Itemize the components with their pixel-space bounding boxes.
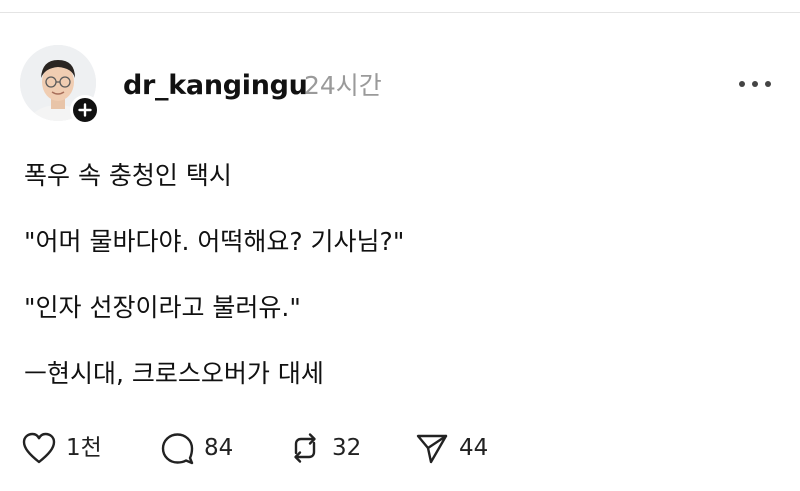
threads-post: dr_kangingu 24시간 폭우 속 충청인 택시 "어머 물바다야. 어… — [0, 0, 800, 491]
send-icon — [413, 430, 451, 466]
avatar-container[interactable] — [20, 45, 100, 125]
repost-icon — [286, 430, 324, 466]
follow-button[interactable] — [70, 95, 100, 125]
like-button[interactable]: 1천 — [20, 430, 102, 466]
heart-icon — [20, 430, 58, 466]
repost-count: 32 — [332, 435, 362, 461]
username-link[interactable]: dr_kangingu — [123, 68, 308, 104]
share-button[interactable]: 44 — [413, 430, 488, 466]
comment-button[interactable]: 84 — [158, 430, 233, 466]
post-text-line: "인자 선장이라고 불러유." — [24, 293, 301, 322]
share-count: 44 — [459, 435, 489, 461]
comment-icon — [158, 430, 196, 466]
post-text-line: ㅡ현시대, 크로스오버가 대세 — [24, 359, 324, 388]
plus-icon — [78, 103, 92, 117]
like-count: 1천 — [66, 435, 102, 461]
post-timestamp: 24시간 — [304, 71, 382, 100]
repost-button[interactable]: 32 — [286, 430, 361, 466]
more-options-button[interactable] — [734, 72, 776, 96]
top-divider — [0, 12, 800, 13]
more-horizontal-icon — [739, 81, 771, 87]
comment-count: 84 — [204, 435, 234, 461]
post-text-line: 폭우 속 충청인 택시 — [24, 161, 232, 190]
post-text-line: "어머 물바다야. 어떡해요? 기사님?" — [24, 227, 405, 256]
